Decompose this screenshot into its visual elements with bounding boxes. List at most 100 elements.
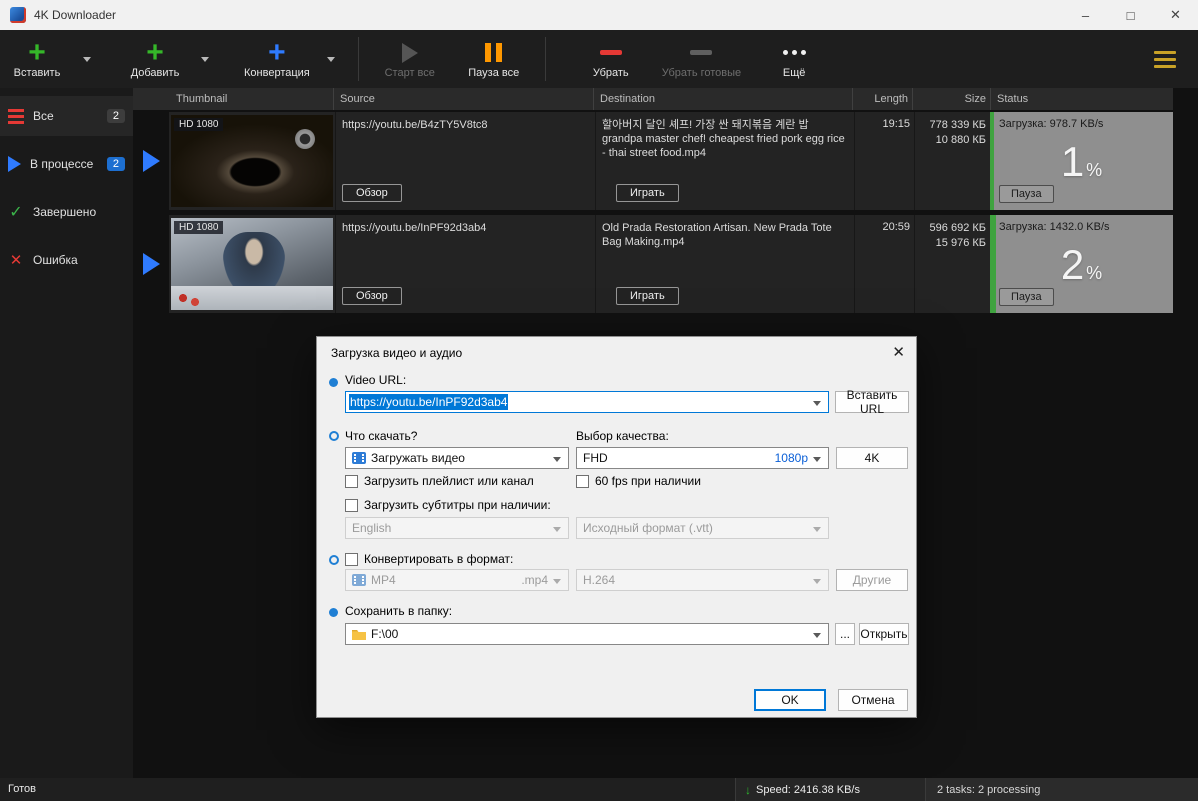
four-k-button[interactable]: 4K: [836, 447, 908, 469]
checkbox-box: [345, 498, 358, 512]
video-url-input[interactable]: https://youtu.be/InPF92d3ab4: [345, 391, 829, 413]
browse-button[interactable]: Обзор: [342, 184, 402, 202]
sidebar-item-label: Все: [33, 109, 54, 123]
pause-all-button[interactable]: Пауза все: [457, 30, 531, 88]
save-folder-value: F:\00: [371, 627, 399, 641]
video-length: 20:59: [854, 215, 914, 313]
sidebar-item-label: В процессе: [30, 157, 94, 171]
destination-filename: 할아버지 달인 셰프! 가장 싼 돼지볶음 계란 밥 grandpa maste…: [602, 119, 845, 159]
size-downloaded: 15 976 КБ: [935, 237, 986, 249]
video-length: 19:15: [854, 112, 914, 210]
table-row[interactable]: HD 1080 https://youtu.be/B4zTY5V8tc8 Обз…: [133, 112, 1173, 210]
play-file-button[interactable]: Играть: [616, 184, 679, 202]
download-type-combo[interactable]: Загружать видео: [345, 447, 569, 469]
browse-button[interactable]: Обзор: [342, 287, 402, 305]
subtitles-checkbox[interactable]: Загрузить субтитры при наличии:: [345, 498, 551, 512]
paste-url-button[interactable]: Вставить URL: [835, 388, 909, 416]
film-icon: [352, 452, 366, 464]
all-list-icon: [8, 108, 24, 124]
hd-badge: HD 1080: [174, 118, 224, 131]
pause-button[interactable]: Пауза: [999, 185, 1054, 203]
browse-folder-button[interactable]: ...: [835, 623, 855, 645]
selected-url-text: https://youtu.be/InPF92d3ab4: [349, 394, 509, 410]
fps-checkbox[interactable]: 60 fps при наличии: [576, 474, 701, 488]
ok-button[interactable]: OK: [754, 689, 826, 711]
open-folder-button[interactable]: Открыть: [859, 623, 909, 645]
sidebar-item-all[interactable]: Все 2: [0, 96, 133, 136]
playlist-checkbox[interactable]: Загрузить плейлист или канал: [345, 474, 534, 488]
paste-dropdown-button[interactable]: [74, 30, 100, 88]
column-header-thumbnail: Thumbnail: [176, 93, 228, 105]
more-label: Ещё: [782, 66, 806, 79]
speed-indicator: ↓ Speed: 2416.38 KB/s: [735, 778, 925, 801]
add-label: Добавить: [130, 66, 180, 79]
paste-link-button[interactable]: + Вставить: [0, 30, 74, 88]
convert-container-combo[interactable]: MP4 .mp4: [345, 569, 569, 591]
sidebar-item-label: Завершено: [33, 205, 97, 219]
destination-filename: Old Prada Restoration Artisan. New Prada…: [602, 222, 832, 248]
cancel-button[interactable]: Отмена: [838, 689, 908, 711]
close-button[interactable]: ✕: [1153, 0, 1198, 30]
save-folder-combo[interactable]: F:\00: [345, 623, 829, 645]
more-button[interactable]: Ещё: [757, 30, 831, 88]
checkbox-box: [345, 474, 358, 488]
hd-badge: HD 1080: [174, 221, 224, 234]
status-cell: Загрузка: 1432.0 KB/s 2% Пауза: [990, 215, 1173, 313]
speed-down-arrow-icon: ↓: [745, 782, 751, 797]
convert-codec-combo[interactable]: H.264: [576, 569, 829, 591]
tasks-indicator: 2 tasks: 2 processing: [925, 778, 1198, 801]
maximize-button[interactable]: □: [1108, 0, 1153, 30]
dialog-close-button[interactable]: ✕: [892, 343, 905, 361]
pause-button[interactable]: Пауза: [999, 288, 1054, 306]
fps-checkbox-label: 60 fps при наличии: [595, 474, 701, 488]
sidebar-item-in-progress[interactable]: В процессе 2: [0, 144, 133, 184]
download-speed-text: Загрузка: 1432.0 KB/s: [999, 221, 1110, 233]
toolbar-separator: [357, 37, 359, 81]
play-icon: [401, 42, 418, 63]
pause-icon: [485, 43, 503, 62]
subtitle-language-combo[interactable]: English: [345, 517, 569, 539]
row-play-icon[interactable]: [142, 150, 160, 172]
row-card: HD 1080 https://youtu.be/InPF92d3ab4 Обз…: [169, 215, 1173, 313]
column-header-status: Status: [990, 88, 1173, 110]
video-thumbnail: HD 1080: [171, 115, 333, 207]
size-total: 778 339 КБ: [929, 119, 986, 131]
section-bullet: [329, 431, 339, 441]
folder-icon: [352, 630, 366, 640]
minimize-button[interactable]: –: [1063, 0, 1108, 30]
chevron-down-icon: [326, 56, 335, 62]
quality-combo[interactable]: FHD 1080p: [576, 447, 829, 469]
progress-percent: 2%: [1060, 241, 1103, 288]
remove-done-button[interactable]: Убрать готовые: [654, 30, 749, 88]
convert-dropdown-button[interactable]: [318, 30, 344, 88]
column-header-length: Length: [852, 88, 912, 110]
sidebar: Все 2 В процессе 2 ✓ Завершено ✕ Ошибка: [0, 88, 133, 778]
subtitle-format-combo[interactable]: Исходный формат (.vtt): [576, 517, 829, 539]
convert-container-value: MP4: [371, 573, 396, 587]
remove-done-label: Убрать готовые: [661, 66, 742, 79]
checkbox-box: [576, 474, 589, 488]
statusbar: Готов ↓ Speed: 2416.38 KB/s 2 tasks: 2 p…: [0, 778, 1198, 801]
quality-resolution: 1080p: [774, 451, 808, 465]
source-url: https://youtu.be/B4zTY5V8tc8: [342, 119, 488, 131]
row-card: HD 1080 https://youtu.be/B4zTY5V8tc8 Обз…: [169, 112, 1173, 210]
download-speed-text: Загрузка: 978.7 KB/s: [999, 118, 1104, 130]
add-button[interactable]: + Добавить: [118, 30, 192, 88]
quality-value: FHD: [583, 451, 608, 465]
start-all-button[interactable]: Старт все: [373, 30, 447, 88]
convert-checkbox[interactable]: Конвертировать в формат:: [345, 552, 513, 566]
chevron-down-icon: [83, 56, 91, 62]
play-file-button[interactable]: Играть: [616, 287, 679, 305]
sidebar-item-error[interactable]: ✕ Ошибка: [0, 240, 133, 280]
row-play-icon[interactable]: [142, 253, 160, 275]
size-downloaded: 10 880 КБ: [935, 134, 986, 146]
other-formats-button[interactable]: Другие: [836, 569, 908, 591]
status-cell: Загрузка: 978.7 KB/s 1% Пауза: [990, 112, 1173, 210]
sidebar-item-completed[interactable]: ✓ Завершено: [0, 192, 133, 232]
main-menu-button[interactable]: [1148, 45, 1182, 74]
remove-button[interactable]: Убрать: [574, 30, 648, 88]
convert-button[interactable]: + Конвертация: [236, 30, 318, 88]
add-dropdown-button[interactable]: [192, 30, 218, 88]
table-row[interactable]: HD 1080 https://youtu.be/InPF92d3ab4 Обз…: [133, 215, 1173, 313]
window-controls: – □ ✕: [1063, 0, 1198, 30]
